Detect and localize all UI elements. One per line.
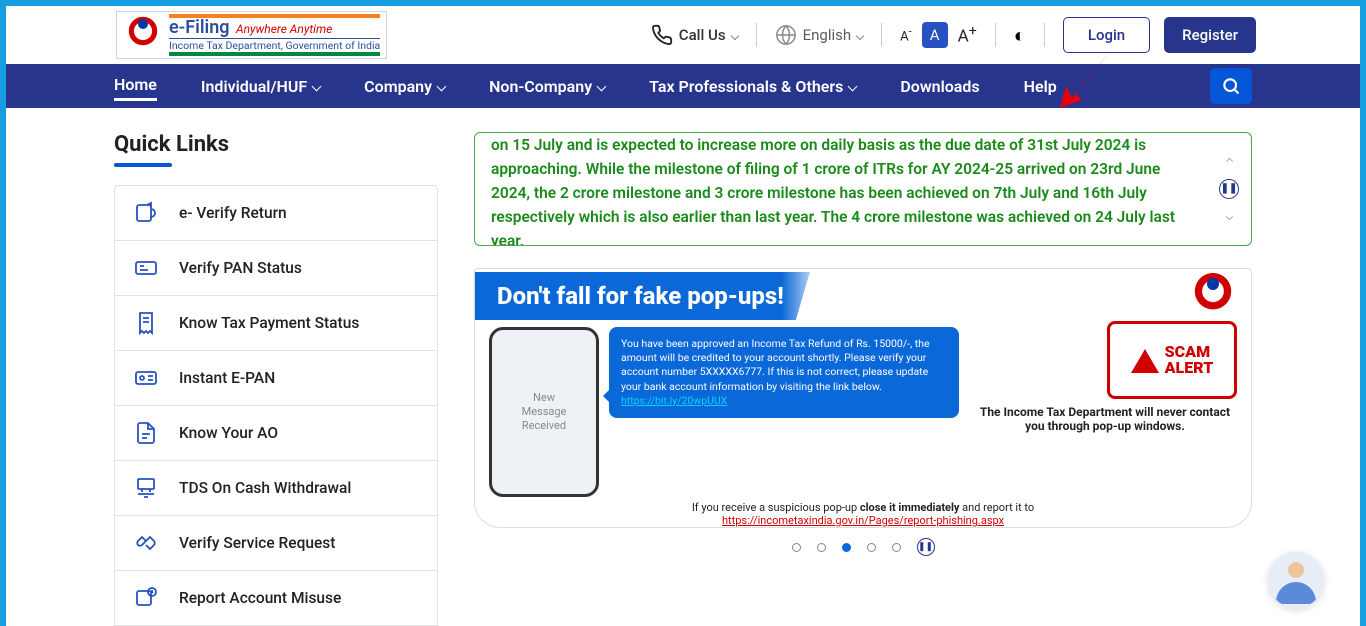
ql-tds-cash[interactable]: TDS On Cash Withdrawal: [115, 461, 437, 516]
fake-popup-bubble: You have been approved an Income Tax Ref…: [609, 327, 959, 418]
brand-title: e-Filing: [169, 17, 230, 38]
register-button[interactable]: Register: [1164, 17, 1256, 53]
nav-help[interactable]: Help: [1024, 77, 1057, 96]
font-default[interactable]: A: [922, 22, 948, 48]
handshake-icon: [133, 530, 159, 556]
scam-alert-badge: SCAMALERT: [1107, 321, 1237, 399]
pause-icon[interactable]: ❚❚: [1219, 179, 1239, 199]
banner-subtext: The Income Tax Department will never con…: [973, 405, 1237, 433]
nav-non-company[interactable]: Non-Company: [489, 77, 605, 96]
promo-banner: Don't fall for fake pop-ups! New Message…: [474, 268, 1252, 528]
nav-individual[interactable]: Individual/HUF: [201, 77, 320, 96]
chevron-down-icon: [598, 77, 605, 96]
report-icon: [133, 585, 159, 611]
pan-card-icon: [133, 255, 159, 281]
carousel-pause[interactable]: ❚❚: [917, 538, 935, 556]
ql-verify-pan[interactable]: Verify PAN Status: [115, 241, 437, 296]
banner-headline: Don't fall for fake pop-ups!: [475, 272, 824, 320]
chevron-down-icon: [732, 26, 738, 45]
chevron-down-icon: [857, 26, 863, 45]
warning-icon: [1131, 335, 1159, 373]
verify-return-icon: [133, 200, 159, 226]
globe-icon: [775, 24, 797, 46]
language-dropdown[interactable]: English: [775, 24, 864, 46]
brand-subtitle: Income Tax Department, Government of Ind…: [169, 38, 380, 52]
chevron-down-icon: [438, 77, 445, 96]
report-phishing-link[interactable]: https://incometaxindia.gov.in/Pages/repo…: [722, 514, 1004, 527]
epan-icon: [133, 365, 159, 391]
ql-tax-payment-status[interactable]: Know Tax Payment Status: [115, 296, 437, 351]
chevron-down-icon: [849, 77, 856, 96]
emblem-icon: [123, 15, 163, 55]
font-increase[interactable]: A+: [958, 23, 977, 47]
nav-tax-professionals[interactable]: Tax Professionals & Others: [649, 77, 856, 96]
nav-home[interactable]: Home: [114, 75, 157, 101]
chevron-up-icon[interactable]: [1227, 153, 1232, 170]
receipt-icon: [133, 310, 159, 336]
notice-ticker: on 15 July and is expected to increase m…: [474, 132, 1252, 246]
nav-company[interactable]: Company: [364, 77, 445, 96]
phone-icon: [651, 24, 673, 46]
carousel-dot[interactable]: [792, 543, 801, 552]
carousel-dot-active[interactable]: [842, 543, 851, 552]
chevron-down-icon[interactable]: [1227, 209, 1232, 226]
document-icon: [133, 420, 159, 446]
carousel-indicators: ❚❚: [474, 538, 1252, 556]
login-button[interactable]: Login: [1063, 17, 1150, 53]
ql-verify-service[interactable]: Verify Service Request: [115, 516, 437, 571]
carousel-dot[interactable]: [867, 543, 876, 552]
site-logo[interactable]: e-Filing Anywhere Anytime Income Tax Dep…: [116, 11, 387, 59]
atm-icon: [133, 475, 159, 501]
emblem-icon: [1189, 272, 1237, 320]
nav-downloads[interactable]: Downloads: [900, 77, 979, 96]
search-button[interactable]: [1210, 68, 1252, 104]
ql-know-your-ao[interactable]: Know Your AO: [115, 406, 437, 461]
banner-report-note: If you receive a suspicious pop-up close…: [475, 501, 1251, 527]
chevron-down-icon: [313, 77, 320, 96]
search-icon: [1221, 76, 1241, 96]
ql-instant-epan[interactable]: Instant E-PAN: [115, 351, 437, 406]
quick-links-heading: Quick Links: [114, 132, 438, 157]
brand-tagline: Anywhere Anytime: [236, 22, 332, 36]
contrast-toggle[interactable]: ◐: [1014, 23, 1026, 48]
call-us-dropdown[interactable]: Call Us: [651, 24, 738, 46]
ql-report-misuse[interactable]: Report Account Misuse: [115, 571, 437, 625]
ql-e-verify-return[interactable]: e- Verify Return: [115, 186, 437, 241]
carousel-dot[interactable]: [817, 543, 826, 552]
carousel-dot[interactable]: [892, 543, 901, 552]
phone-mockup: New Message Received: [489, 327, 599, 497]
font-decrease[interactable]: A-: [900, 25, 911, 44]
